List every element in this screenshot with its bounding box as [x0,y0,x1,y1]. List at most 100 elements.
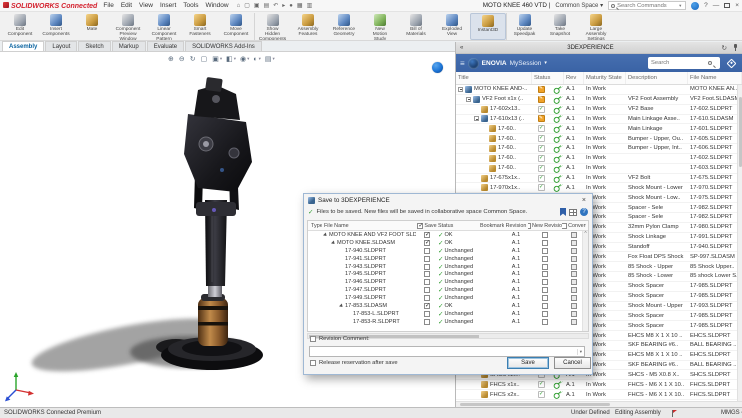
new-revision-checkbox[interactable] [542,264,548,270]
units-selector[interactable]: MMGS ▾ [721,410,742,416]
col-status[interactable]: Status [438,223,480,229]
table-row[interactable]: 17-60.. A.1 In Work 17-603.SLDPRT [456,164,742,174]
ribbon-button[interactable]: Take Snapshot [542,13,578,40]
column-header-status[interactable]: Status [532,72,564,84]
ribbon-button[interactable]: Update Speedpak [506,13,542,40]
dialog-vertical-scrollbar[interactable]: ^ [582,231,588,331]
menu-item[interactable]: Insert [160,2,176,9]
table-row[interactable]: 17-970x1x.. A.1 In Work Shock Mount - Lo… [456,183,742,193]
dialog-file-row[interactable]: 17-945.SLDPRT ✓Unchanged A.1 [308,270,588,278]
menu-item[interactable]: Tools [183,2,198,9]
table-row[interactable]: VF2 Foot x1x (.. A.1 In Work VF2 Foot As… [456,95,742,105]
view-tool-icon[interactable]: ◧▾ [226,55,236,63]
dialog-file-row[interactable]: 17-853-L.SLDPRT ✓Unchanged A.1 [308,310,588,318]
ribbon-button[interactable]: Component Preview Window [110,13,146,40]
dialog-file-row[interactable]: 17-946.SLDPRT ✓Unchanged A.1 [308,278,588,286]
convert-checkbox[interactable] [571,232,577,238]
save-checkbox[interactable] [424,319,430,325]
convert-checkbox[interactable] [571,287,577,293]
ribbon-button[interactable]: Edit Component [2,13,38,40]
new-revision-checkbox[interactable] [542,256,548,262]
col-revision[interactable]: Revision [504,223,528,229]
new-revision-all-checkbox[interactable] [528,223,531,229]
view-tool-icon[interactable]: ◐▾ [253,56,261,63]
new-revision-checkbox[interactable] [542,303,548,309]
restore-button[interactable] [724,3,730,8]
view-tool-icon[interactable]: ▢ [201,55,209,63]
table-row[interactable]: 17-60.. A.1 In Work 17-602.SLDPRT [456,154,742,164]
column-header-rev[interactable]: Rev [564,72,584,84]
save-checkbox[interactable] [424,287,430,293]
tag-icon[interactable] [727,58,737,68]
table-row[interactable]: FHCS x1x.. A.1 In Work FHCS - M6 X 1 X 1… [456,380,742,390]
new-revision-checkbox[interactable] [542,311,548,317]
save-checkbox[interactable] [424,240,430,246]
quick-access-icon[interactable]: ▢ [244,2,250,9]
convert-checkbox[interactable] [571,248,577,254]
dialog-file-row[interactable]: 17-947.SLDPRT ✓Unchanged A.1 [308,286,588,294]
view-tool-icon[interactable]: ◉▾ [240,55,249,63]
convert-checkbox[interactable] [571,279,577,285]
col-new-revision[interactable]: New Revision [528,223,562,229]
convert-checkbox[interactable] [571,319,577,325]
expand-toggle-icon[interactable] [474,116,479,121]
panel-pin-icon[interactable] [731,44,738,51]
col-type[interactable]: Type [308,223,322,229]
new-revision-checkbox[interactable] [542,295,548,301]
table-row[interactable]: 17-60.. A.1 In Work Main Linkage 17-601.… [456,124,742,134]
convert-checkbox[interactable] [571,295,577,301]
save-checkbox[interactable] [424,311,430,317]
ribbon-tab[interactable]: Sketch [78,41,110,51]
column-header-maturity[interactable]: Maturity State [584,72,626,84]
menu-item[interactable]: File [103,2,113,9]
dialog-file-row[interactable]: 17-940.SLDPRT ✓Unchanged A.1 [308,247,588,255]
panel-refresh-icon[interactable]: ↻ [722,44,727,52]
ribbon-button[interactable]: Large Assembly Settings [578,13,614,40]
new-revision-checkbox[interactable] [542,271,548,277]
save-checkbox[interactable] [424,303,430,309]
ribbon-tab[interactable]: Evaluate [147,41,184,51]
view-tool-icon[interactable]: ▤▾ [265,55,275,63]
col-convert[interactable]: Convert [562,223,586,229]
ribbon-button[interactable]: Smart Fasteners [182,13,218,40]
new-revision-checkbox[interactable] [542,287,548,293]
dialog-file-row[interactable]: 17-853.SLDASM ✓OK A.1 [308,302,588,310]
panel-search-input[interactable] [651,60,706,66]
panel-horizontal-scrollbar[interactable] [456,401,742,407]
help-button[interactable]: ? [704,2,708,9]
convert-checkbox[interactable] [571,311,577,317]
release-reservation-checkbox[interactable] [310,360,316,366]
quick-access-icon[interactable]: ▥ [307,2,313,9]
quick-access-icon[interactable]: ▸ [282,2,285,9]
col-filename[interactable]: File Name [322,223,416,229]
dialog-close-icon[interactable]: × [580,197,588,204]
dialog-file-row[interactable]: 17-943.SLDPRT ✓Unchanged A.1 [308,263,588,271]
new-revision-checkbox[interactable] [542,248,548,254]
mysession-label[interactable]: MySession [510,60,542,67]
dialog-file-row[interactable]: MOTO KNEE.SLDASM ✓OK A.1 [308,239,588,247]
panel-search-box[interactable] [648,57,720,69]
expand-arrow-icon[interactable] [323,232,328,237]
save-checkbox[interactable] [424,279,430,285]
collaborative-space-dropdown[interactable]: Common Space ▾ [555,2,603,9]
close-button[interactable]: × [735,2,739,9]
col-save[interactable]: Save [416,223,438,229]
quick-access-icon[interactable]: ● [289,3,293,9]
save-checkbox[interactable] [424,248,430,254]
ribbon-button[interactable]: Assembly Features [290,13,326,40]
save-checkbox[interactable] [424,295,430,301]
table-view-icon[interactable] [569,209,577,216]
bookmark-icon[interactable] [560,208,566,216]
new-revision-checkbox[interactable] [542,232,548,238]
quick-access-icon[interactable]: ↶ [273,2,278,9]
table-row[interactable]: FHCS x2x.. A.1 In Work FHCS - M6 X 1 X 1… [456,390,742,400]
menu-item[interactable]: Edit [121,2,132,9]
cancel-button[interactable]: Cancel [554,357,591,369]
ribbon-button[interactable]: Insert Components [38,13,74,40]
column-header-title[interactable]: Title [456,72,532,84]
ribbon-button[interactable]: Instant3D [470,13,506,40]
convert-checkbox[interactable] [571,271,577,277]
save-button[interactable]: Save [507,357,549,369]
quick-access-icon[interactable]: ▤ [264,2,270,9]
save-checkbox[interactable] [424,271,430,277]
